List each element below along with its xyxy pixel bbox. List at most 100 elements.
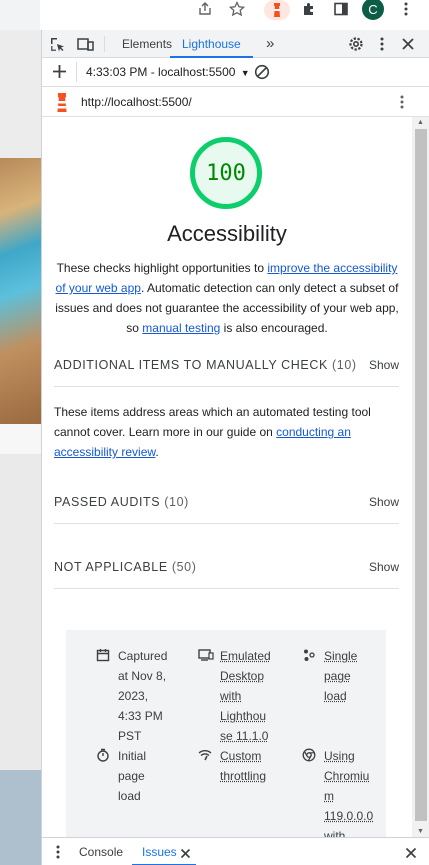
footer-line: page bbox=[324, 669, 351, 683]
description-text: is also encouraged. bbox=[220, 321, 328, 335]
footer-line: Using bbox=[324, 749, 355, 763]
footer-line: at Nov 8, bbox=[118, 669, 167, 683]
scrollbar-thumb[interactable] bbox=[415, 129, 427, 821]
timer-icon bbox=[96, 748, 110, 762]
tab-console[interactable]: Console bbox=[79, 838, 123, 865]
page-hero-image bbox=[0, 158, 41, 424]
devtools-drawer-tabs: Console Issues bbox=[42, 837, 429, 865]
clear-reports-icon[interactable] bbox=[254, 64, 270, 85]
footer-line: 119.0.0.0 bbox=[324, 809, 374, 823]
group-title: ADDITIONAL ITEMS TO MANUALLY CHECK (10) bbox=[54, 358, 357, 372]
report-url[interactable]: http://localhost:5500/ bbox=[81, 95, 192, 109]
page-viewport bbox=[0, 30, 41, 865]
group-title: PASSED AUDITS (10) bbox=[54, 495, 189, 509]
show-button[interactable]: Show bbox=[369, 560, 399, 574]
scroll-up-arrow-icon[interactable]: ▲ bbox=[417, 119, 424, 126]
page-footer-area bbox=[0, 770, 41, 865]
group-title-text: NOT APPLICABLE bbox=[54, 560, 168, 574]
footer-line: Custom bbox=[220, 749, 262, 763]
devtools-menu-icon[interactable] bbox=[380, 37, 384, 56]
lighthouse-logo-icon bbox=[53, 92, 71, 119]
avatar-letter: C bbox=[368, 1, 378, 17]
extensions-puzzle-icon[interactable] bbox=[300, 0, 318, 18]
tab-issues-label: Issues bbox=[142, 845, 177, 859]
devtools-panel: Elements Lighthouse » 4:33:03 PM - local… bbox=[41, 30, 429, 865]
wifi-throttle-icon bbox=[198, 748, 212, 762]
description-text: These checks highlight opportunities to bbox=[56, 261, 268, 275]
footer-line: load bbox=[118, 789, 141, 803]
footer-line: se 11.1.0 bbox=[220, 729, 269, 743]
footer-line: m bbox=[324, 789, 334, 803]
page-header-area bbox=[0, 30, 41, 158]
category-title: Accessibility bbox=[167, 221, 287, 246]
scroll-down-arrow-icon[interactable]: ▼ bbox=[417, 828, 424, 835]
manual-description-text: . bbox=[155, 445, 159, 459]
group-title-text: PASSED AUDITS bbox=[54, 495, 161, 509]
browser-toolbar: C bbox=[0, 0, 429, 30]
footer-line: Single bbox=[324, 649, 358, 663]
footer-line: throttling bbox=[220, 769, 267, 783]
score-gauge: 100 bbox=[190, 137, 262, 209]
page-gap bbox=[0, 424, 41, 454]
lighthouse-report: 100 Accessibility These checks highlight… bbox=[42, 117, 412, 837]
category-description: These checks highlight opportunities to … bbox=[52, 258, 402, 338]
report-url-bar: http://localhost:5500/ bbox=[42, 87, 429, 117]
chromium-icon bbox=[302, 748, 316, 762]
more-tabs-button[interactable]: » bbox=[266, 30, 274, 58]
star-icon[interactable] bbox=[228, 0, 246, 18]
group-not-applicable[interactable]: NOT APPLICABLE (50) Show bbox=[54, 545, 399, 589]
footer-line: Chromiu bbox=[324, 769, 370, 783]
report-menu-icon[interactable] bbox=[400, 95, 404, 114]
settings-gear-icon[interactable] bbox=[348, 36, 364, 57]
emulated-device-link[interactable]: Emulated Desktop with Lighthou se 11.1.0 bbox=[220, 646, 271, 746]
manual-testing-link[interactable]: manual testing bbox=[142, 321, 220, 335]
devtools-tab-bar: Elements Lighthouse » bbox=[42, 30, 429, 58]
chevron-down-icon: ▼ bbox=[240, 68, 250, 78]
close-issues-tab-icon[interactable] bbox=[180, 846, 191, 864]
tab-elements[interactable]: Elements bbox=[122, 30, 172, 58]
toolbar-divider bbox=[76, 62, 77, 82]
desktop-icon bbox=[198, 648, 214, 662]
new-report-plus-icon[interactable] bbox=[52, 64, 67, 84]
group-title-text: ADDITIONAL ITEMS TO MANUALLY CHECK bbox=[54, 358, 328, 372]
footer-line: 4:33 PM bbox=[118, 709, 163, 723]
calendar-icon bbox=[96, 648, 110, 662]
share-icon[interactable] bbox=[196, 0, 214, 18]
score-value: 100 bbox=[206, 160, 246, 186]
footer-line: with bbox=[324, 829, 346, 837]
device-toolbar-icon[interactable] bbox=[77, 37, 94, 57]
footer-line: Initial bbox=[118, 749, 147, 763]
group-title: NOT APPLICABLE (50) bbox=[54, 560, 197, 574]
footer-line: with bbox=[220, 689, 242, 703]
inspect-element-icon[interactable] bbox=[50, 37, 65, 57]
group-count: (10) bbox=[332, 358, 357, 372]
throttling-link[interactable]: Custom throttling bbox=[220, 746, 266, 786]
report-scrollbar[interactable]: ▲ ▼ bbox=[412, 117, 429, 837]
browser-menu-icon[interactable] bbox=[397, 0, 415, 18]
drawer-menu-icon[interactable] bbox=[56, 845, 60, 864]
tab-lighthouse[interactable]: Lighthouse bbox=[170, 30, 253, 58]
footer-line: Desktop bbox=[220, 669, 265, 683]
lighthouse-extension-icon[interactable] bbox=[264, 0, 290, 20]
close-drawer-icon[interactable] bbox=[405, 846, 417, 864]
address-bar-fragment bbox=[0, 0, 40, 30]
report-selector[interactable]: 4:33:03 PM - localhost:5500 ▼ bbox=[86, 65, 250, 79]
chromium-version-link[interactable]: Using Chromiu m 119.0.0.0 with bbox=[324, 746, 373, 837]
group-passed-audits[interactable]: PASSED AUDITS (10) Show bbox=[54, 480, 399, 524]
group-manual-check[interactable]: ADDITIONAL ITEMS TO MANUALLY CHECK (10) … bbox=[54, 343, 399, 387]
footer-line: Lighthou bbox=[220, 709, 267, 723]
show-button[interactable]: Show bbox=[369, 495, 399, 509]
footer-line: Captured bbox=[118, 649, 168, 663]
close-devtools-icon[interactable] bbox=[401, 37, 415, 56]
footer-line: PST bbox=[118, 729, 142, 743]
show-button[interactable]: Show bbox=[369, 358, 399, 372]
side-panel-icon[interactable] bbox=[332, 0, 350, 18]
tab-divider bbox=[104, 36, 105, 52]
page-body-area bbox=[0, 454, 41, 770]
report-selector-label: 4:33:03 PM - localhost:5500 bbox=[86, 65, 236, 79]
single-page-link[interactable]: Single page load bbox=[324, 646, 357, 706]
footer-line: page bbox=[118, 769, 145, 783]
group-count: (10) bbox=[164, 495, 189, 509]
profile-avatar[interactable]: C bbox=[362, 0, 384, 20]
footer-line: 2023, bbox=[118, 689, 149, 703]
